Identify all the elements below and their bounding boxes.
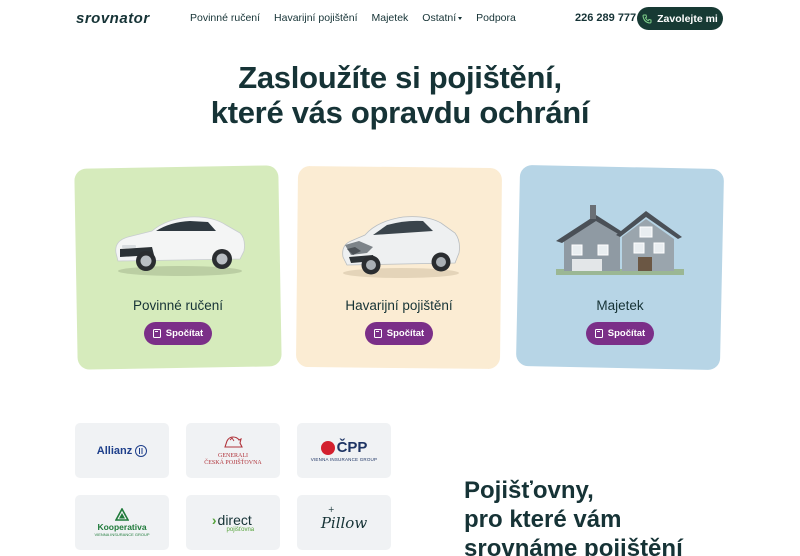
product-card-povinne-ruceni[interactable]: Povinné ručení Spočítat (76, 167, 280, 368)
insurer-tile-pillow[interactable]: Pillow (297, 495, 391, 550)
chevron-down-icon (458, 16, 463, 20)
cpp-subtitle: VIENNA INSURANCE GROUP (310, 457, 378, 462)
call-me-button[interactable]: Zavolejte mi (637, 7, 723, 30)
calculate-button-povinne[interactable]: Spočítat (144, 322, 212, 345)
direct-logo: › direct pojišťovna (212, 513, 254, 533)
product-label: Majetek (596, 298, 644, 313)
calculate-label: Spočítat (607, 328, 646, 339)
insurers-title-line2: pro které vám (464, 506, 622, 533)
cpp-logo: ČPP VIENNA INSURANCE GROUP (311, 439, 377, 462)
calculate-button-majetek[interactable]: Spočítat (586, 322, 654, 345)
calculator-icon (594, 329, 603, 338)
insurers-title-line3: srovnáme pojištění (464, 535, 683, 556)
allianz-mark-icon (135, 444, 148, 457)
calculate-label: Spočítat (165, 328, 204, 339)
nav-havarijni-pojisteni[interactable]: Havarijní pojištění (274, 12, 357, 24)
calculate-label: Spočítat (386, 328, 425, 339)
product-card-havarijni-pojisteni[interactable]: Havarijní pojištění Spočítat (297, 167, 501, 368)
direct-subtitle: pojišťovna (226, 526, 255, 533)
kooperativa-mark-icon (115, 508, 129, 521)
insurer-tile-allianz[interactable]: Allianz (75, 423, 169, 478)
insurer-tile-kooperativa[interactable]: Kooperativa VIENNA INSURANCE GROUP (75, 495, 169, 550)
calculator-icon (373, 329, 382, 338)
product-label: Havarijní pojištění (345, 298, 453, 313)
direct-chevron-icon: › (211, 511, 217, 528)
kooperativa-subtitle: VIENNA INSURANCE GROUP (94, 532, 150, 537)
generali-line1: GENERALI (217, 452, 248, 459)
nav-majetek[interactable]: Majetek (372, 12, 409, 24)
insurer-tile-cpp[interactable]: ČPP VIENNA INSURANCE GROUP (297, 423, 391, 478)
kooperativa-text: Kooperativa (97, 522, 147, 532)
kooperativa-logo: Kooperativa VIENNA INSURANCE GROUP (94, 508, 150, 537)
calculator-icon (152, 329, 161, 338)
product-label: Povinné ručení (132, 298, 224, 313)
hero-title-line2: které vás opravdu ochrání (210, 95, 590, 130)
house-image (556, 205, 684, 275)
svg-text:srovnator: srovnator (76, 10, 150, 27)
direct-text: direct (217, 511, 252, 528)
hero-title-line1: Zasloužíte si pojištění, (238, 60, 562, 95)
crashed-car-image (342, 216, 460, 278)
generali-logo: GENERALI ČESKÁ POJIŠŤOVNA (204, 435, 262, 467)
pillow-logo: Pillow (321, 505, 367, 532)
lion-icon (224, 435, 243, 448)
cpp-text: ČPP (336, 439, 368, 456)
main-nav: Povinné ručení Havarijní pojištění Majet… (190, 12, 530, 24)
insurers-section-title: Pojišťovny, pro které vám srovnáme pojiš… (464, 476, 683, 556)
allianz-logo: Allianz (96, 444, 148, 457)
insurers-title-line1: Pojišťovny, (464, 477, 594, 504)
white-car-image (115, 216, 245, 276)
cpp-dot-icon (320, 440, 335, 455)
insurer-tile-generali[interactable]: GENERALI ČESKÁ POJIŠŤOVNA (186, 423, 280, 478)
phone-number[interactable]: 226 289 777 (575, 12, 636, 24)
call-me-label: Zavolejte mi (657, 12, 718, 25)
nav-ostatni-label: Ostatní (422, 12, 457, 24)
phone-icon (642, 14, 652, 24)
allianz-name: Allianz (96, 444, 133, 457)
nav-ostatni-dropdown[interactable]: Ostatní (422, 12, 463, 24)
hero-title: Zasloužíte si pojištění, které vás oprav… (0, 60, 800, 130)
calculate-button-havarijni[interactable]: Spočítat (365, 322, 433, 345)
product-card-majetek[interactable]: Majetek Spočítat (518, 167, 722, 368)
insurer-tile-direct[interactable]: › direct pojišťovna (186, 495, 280, 550)
srovnator-logo[interactable]: srovnator (76, 9, 168, 27)
nav-podpora[interactable]: Podpora (476, 12, 516, 24)
site-header: srovnator Povinné ručení Havarijní pojiš… (0, 0, 800, 36)
nav-povinne-ruceni[interactable]: Povinné ručení (190, 12, 260, 24)
generali-line2: ČESKÁ POJIŠŤOVNA (204, 459, 262, 466)
